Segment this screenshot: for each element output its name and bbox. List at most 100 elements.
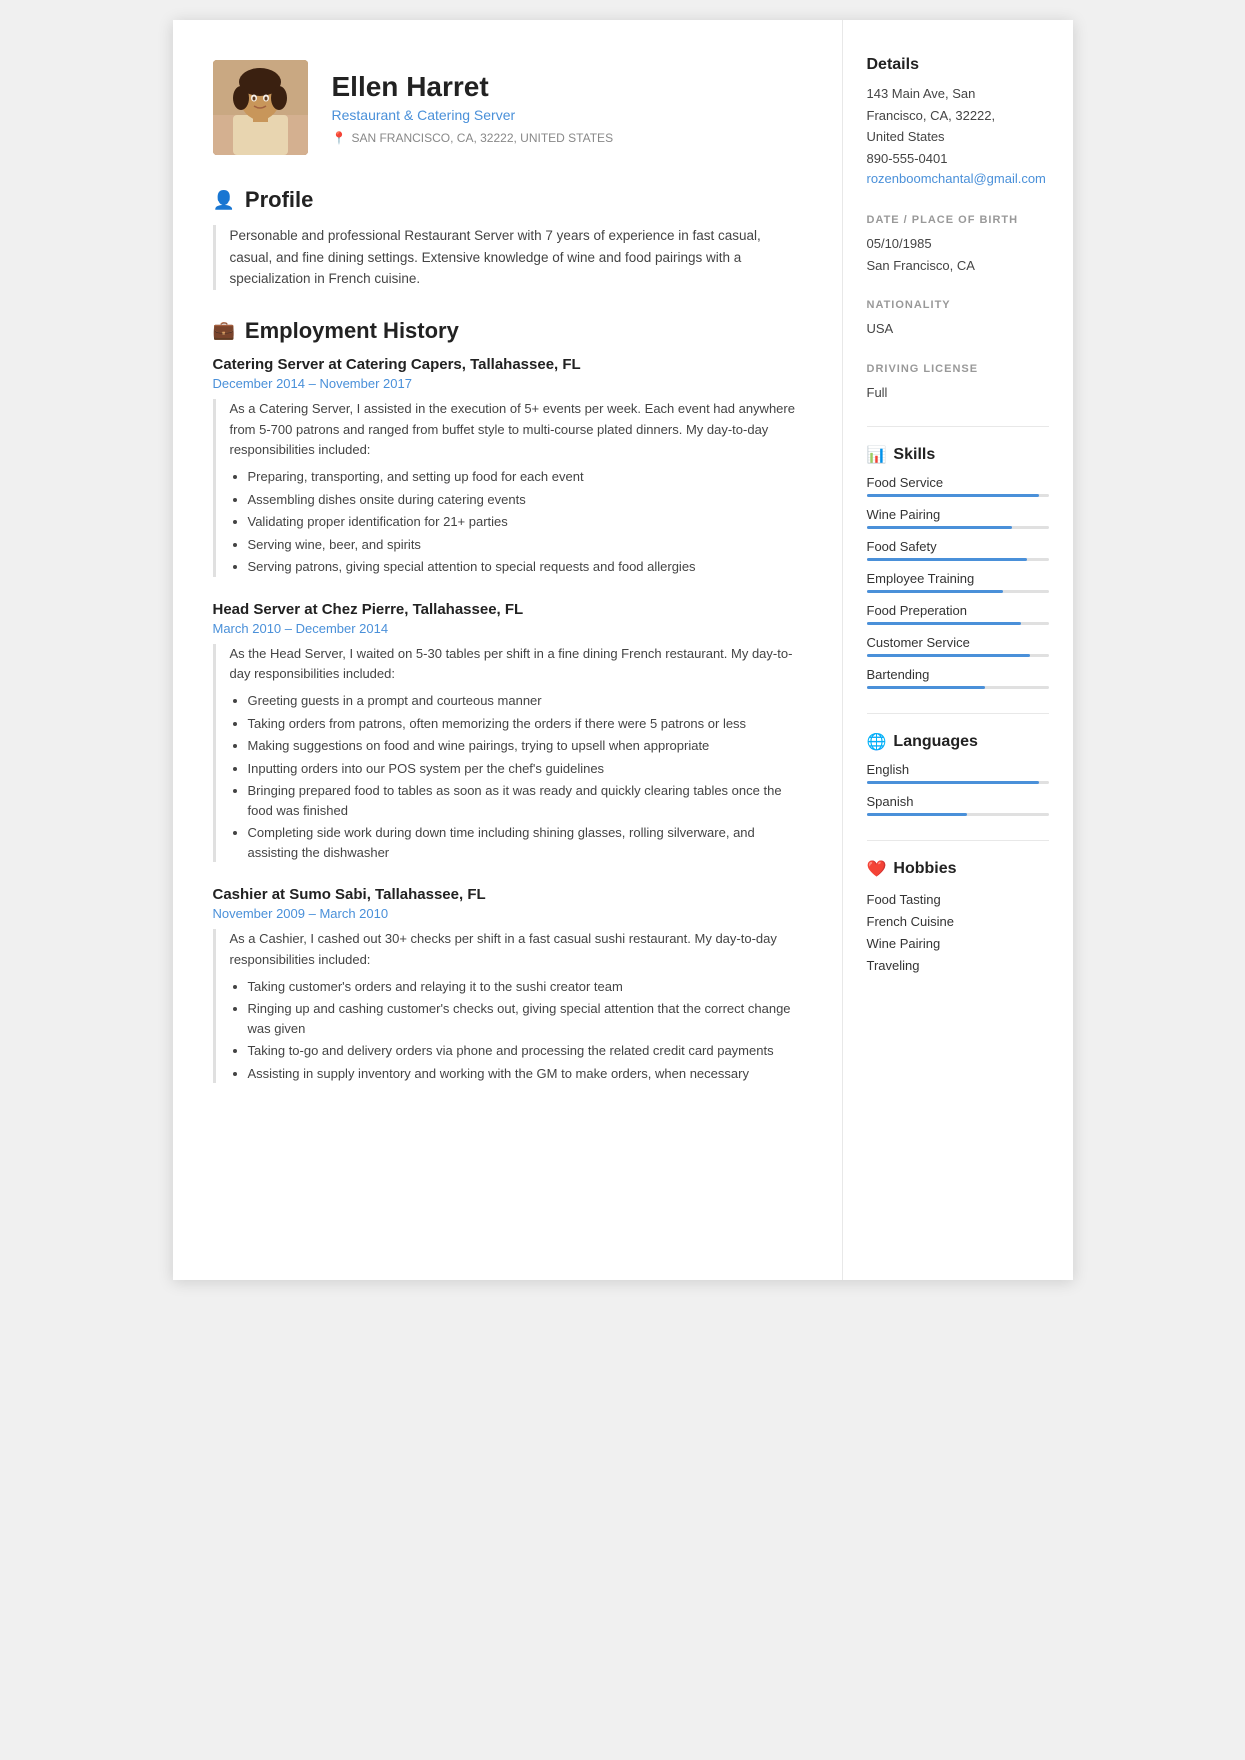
skill-item: Food Preperation	[867, 603, 1049, 625]
location-icon: 📍	[332, 131, 347, 145]
skill-bar-track	[867, 526, 1049, 529]
details-title: Details	[867, 56, 1049, 74]
job-item: Cashier at Sumo Sabi, Tallahassee, FL Nov…	[213, 886, 802, 1083]
job-bullet: Preparing, transporting, and setting up …	[248, 467, 802, 487]
phone: 890-555-0401	[867, 149, 1049, 169]
skill-bar-track	[867, 654, 1049, 657]
skill-name: Employee Training	[867, 571, 1049, 586]
email-link[interactable]: rozenboomchantal@gmail.com	[867, 171, 1046, 186]
skill-bar-fill	[867, 494, 1040, 497]
divider-1	[867, 426, 1049, 427]
main-content: Ellen Harret Restaurant & Catering Serve…	[173, 20, 843, 1280]
job-intro: As a Catering Server, I assisted in the …	[230, 399, 802, 461]
job-dates: March 2010 – December 2014	[213, 621, 802, 636]
candidate-subtitle: Restaurant & Catering Server	[332, 107, 614, 123]
skill-bar-fill	[867, 526, 1013, 529]
skills-container: Food Service Wine Pairing Food Safety Emplo…	[867, 475, 1049, 689]
job-bullets: Taking customer's orders and relaying it…	[230, 977, 802, 1084]
skill-item: Wine Pairing	[867, 507, 1049, 529]
language-name: Spanish	[867, 794, 1049, 809]
skill-bar-fill	[867, 590, 1004, 593]
job-title: Catering Server at Catering Capers, Tall…	[213, 356, 802, 373]
language-bar-fill	[867, 781, 1040, 784]
languages-container: English Spanish	[867, 762, 1049, 816]
job-bullet: Assembling dishes onsite during catering…	[248, 490, 802, 510]
header-info: Ellen Harret Restaurant & Catering Serve…	[332, 71, 614, 145]
driving-section: DRIVING LICENSE Full	[867, 363, 1049, 403]
dob-value: 05/10/1985	[867, 234, 1049, 254]
avatar-image	[213, 60, 308, 155]
language-name: English	[867, 762, 1049, 777]
job-title: Head Server at Chez Pierre, Tallahassee,…	[213, 601, 802, 618]
job-bullet: Validating proper identification for 21+…	[248, 512, 802, 532]
address-line3: United States	[867, 127, 1049, 147]
job-bullets: Preparing, transporting, and setting up …	[230, 467, 802, 577]
driving-label: DRIVING LICENSE	[867, 363, 1049, 375]
language-bar-track	[867, 781, 1049, 784]
job-bullet: Taking orders from patrons, often memori…	[248, 714, 802, 734]
job-bullet: Serving patrons, giving special attentio…	[248, 557, 802, 577]
hobbies-heading: ❤️ Hobbies	[867, 859, 1049, 879]
dob-section: DATE / PLACE OF BIRTH 05/10/1985 San Fra…	[867, 214, 1049, 275]
skills-heading: 📊 Skills	[867, 445, 1049, 465]
globe-icon: 🌐	[867, 732, 887, 752]
skill-name: Bartending	[867, 667, 1049, 682]
employment-heading: 💼 Employment History	[213, 318, 802, 344]
candidate-name: Ellen Harret	[332, 71, 614, 103]
skill-item: Bartending	[867, 667, 1049, 689]
heart-icon: ❤️	[867, 859, 887, 879]
driving-value: Full	[867, 383, 1049, 403]
skill-bar-track	[867, 622, 1049, 625]
job-description: As the Head Server, I waited on 5-30 tab…	[213, 644, 802, 863]
job-bullets: Greeting guests in a prompt and courteou…	[230, 691, 802, 862]
language-item: Spanish	[867, 794, 1049, 816]
skill-bar-track	[867, 590, 1049, 593]
hobby-item: Food Tasting	[867, 889, 1049, 911]
job-bullet: Assisting in supply inventory and workin…	[248, 1064, 802, 1084]
skill-bar-fill	[867, 622, 1022, 625]
sidebar: Details 143 Main Ave, San Francisco, CA,…	[843, 20, 1073, 1280]
profile-heading: 👤 Profile	[213, 187, 802, 213]
hobby-item: French Cuisine	[867, 911, 1049, 933]
divider-2	[867, 713, 1049, 714]
skill-name: Wine Pairing	[867, 507, 1049, 522]
skill-item: Food Safety	[867, 539, 1049, 561]
address-line1: 143 Main Ave, San	[867, 84, 1049, 104]
hobbies-container: Food TastingFrench CuisineWine PairingTr…	[867, 889, 1049, 977]
language-bar-fill	[867, 813, 967, 816]
job-item: Catering Server at Catering Capers, Tall…	[213, 356, 802, 577]
skill-item: Customer Service	[867, 635, 1049, 657]
job-bullet: Inputting orders into our POS system per…	[248, 759, 802, 779]
hobby-item: Traveling	[867, 955, 1049, 977]
nationality-value: USA	[867, 319, 1049, 339]
skill-bar-fill	[867, 558, 1027, 561]
dob-label: DATE / PLACE OF BIRTH	[867, 214, 1049, 226]
profile-section: 👤 Profile Personable and professional Re…	[213, 187, 802, 290]
skill-item: Food Service	[867, 475, 1049, 497]
nationality-section: NATIONALITY USA	[867, 299, 1049, 339]
hobbies-section: ❤️ Hobbies Food TastingFrench CuisineWin…	[867, 859, 1049, 977]
skill-name: Food Safety	[867, 539, 1049, 554]
job-bullet: Ringing up and cashing customer's checks…	[248, 999, 802, 1038]
job-title: Cashier at Sumo Sabi, Tallahassee, FL	[213, 886, 802, 903]
language-item: English	[867, 762, 1049, 784]
job-bullet: Completing side work during down time in…	[248, 823, 802, 862]
job-dates: November 2009 – March 2010	[213, 906, 802, 921]
languages-heading: 🌐 Languages	[867, 732, 1049, 752]
address-line2: Francisco, CA, 32222,	[867, 106, 1049, 126]
job-item: Head Server at Chez Pierre, Tallahassee,…	[213, 601, 802, 863]
skills-section: 📊 Skills Food Service Wine Pairing Food Sa…	[867, 445, 1049, 689]
avatar	[213, 60, 308, 155]
languages-section: 🌐 Languages English Spanish	[867, 732, 1049, 816]
skills-icon: 📊	[867, 445, 887, 465]
hobby-item: Wine Pairing	[867, 933, 1049, 955]
skill-name: Food Service	[867, 475, 1049, 490]
job-bullet: Bringing prepared food to tables as soon…	[248, 781, 802, 820]
jobs-container: Catering Server at Catering Capers, Tall…	[213, 356, 802, 1084]
skill-bar-fill	[867, 654, 1031, 657]
header-section: Ellen Harret Restaurant & Catering Serve…	[213, 60, 802, 155]
employment-section: 💼 Employment History Catering Server at …	[213, 318, 802, 1084]
profile-text: Personable and professional Restaurant S…	[213, 225, 802, 290]
skill-bar-track	[867, 686, 1049, 689]
job-description: As a Cashier, I cashed out 30+ checks pe…	[213, 929, 802, 1083]
